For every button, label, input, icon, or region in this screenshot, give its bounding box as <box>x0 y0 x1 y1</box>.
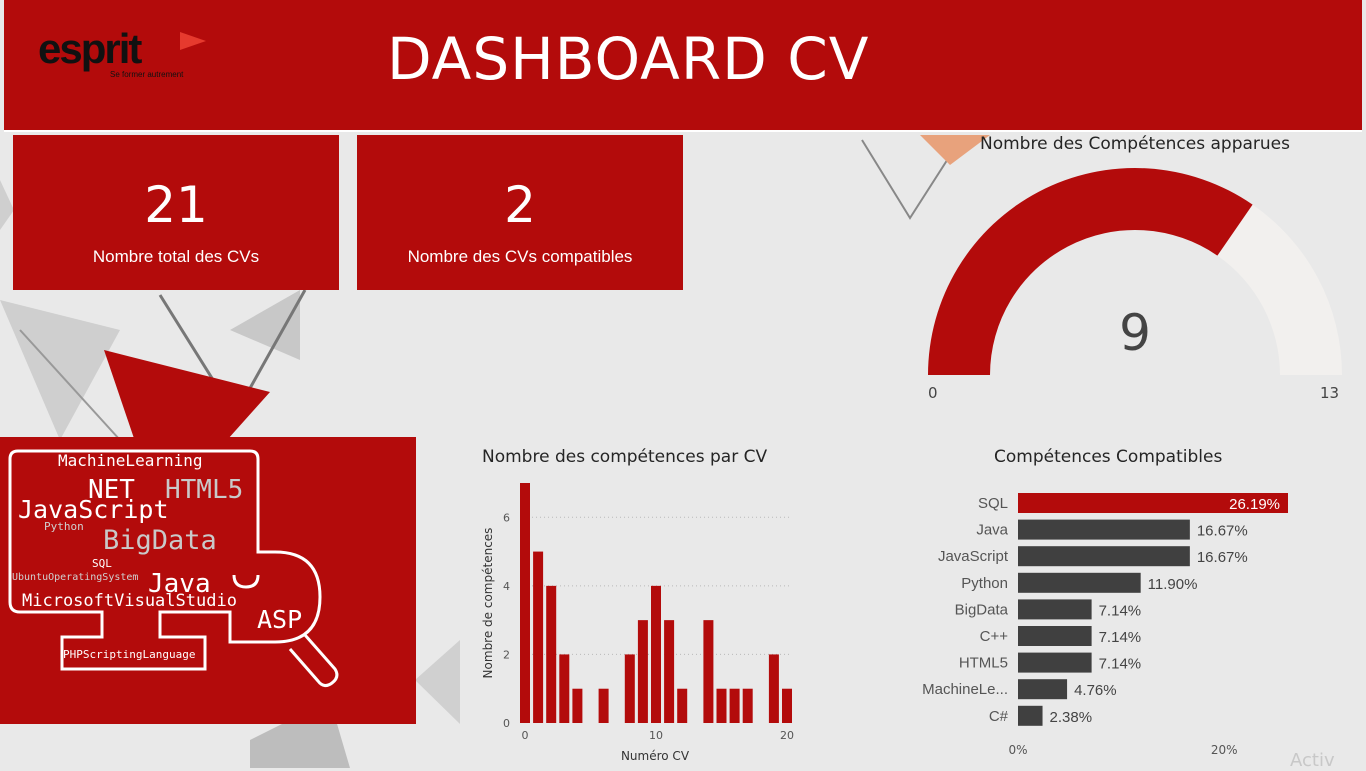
column-bar <box>546 585 557 723</box>
category-label: HTML5 <box>959 655 1008 672</box>
column-bar <box>533 551 544 723</box>
column-bar <box>729 688 740 723</box>
cloud-word: JavaScript <box>18 495 169 524</box>
column-chart-title: Nombre des compétences par CV <box>482 447 768 467</box>
category-label: MachineLe... <box>922 681 1008 698</box>
gauge-track <box>1217 204 1342 375</box>
kpi-card-total-cvs[interactable]: 21 Nombre total des CVs <box>13 135 339 290</box>
column-bar <box>559 654 570 723</box>
column-bar <box>716 688 727 723</box>
cloud-word: HTML5 <box>165 475 244 505</box>
cloud-word: Python <box>44 520 84 533</box>
category-label: BigData <box>955 601 1009 618</box>
compatible-skills-chart[interactable]: SQL 26.19% Java 16.67% JavaScript 16.67% Pytho… <box>900 480 1320 765</box>
cloud-word: MachineLearning <box>58 451 203 470</box>
column-bar <box>520 483 530 723</box>
skill-bar <box>1018 546 1190 567</box>
skills-per-cv-chart[interactable]: 0 2 4 6 0 10 20 Numéro CV Nombre de compétences <box>470 470 810 768</box>
x-axis-label: Numéro CV <box>621 749 690 763</box>
cloud-word: BigData <box>103 525 217 556</box>
x-tick-label: 0 <box>522 729 529 742</box>
y-tick-label: 2 <box>503 648 510 661</box>
skill-bar <box>1018 705 1043 726</box>
column-bar <box>677 688 688 723</box>
category-label: C# <box>989 708 1009 725</box>
column-bar <box>782 688 792 723</box>
column-bar <box>651 585 661 723</box>
logo-tagline: Se former autrement <box>110 70 184 79</box>
kpi-label: Nombre total des CVs <box>92 247 260 266</box>
skills-wordcloud[interactable]: MachineLearning NET HTML5 JavaScript Pyt… <box>0 437 416 724</box>
value-label: 11.90% <box>1148 576 1198 593</box>
value-label: 16.67% <box>1197 549 1248 566</box>
cloud-word: ASP <box>257 605 303 634</box>
x-tick-label: 10 <box>649 729 663 742</box>
column-bar <box>572 688 583 723</box>
category-label: JavaScript <box>938 548 1009 565</box>
cloud-word: MicrosoftVisualStudio <box>22 591 237 611</box>
cloud-word: UbuntuOperatingSystem <box>12 572 139 583</box>
skill-bar <box>1018 652 1092 673</box>
logo-text: esprit <box>38 25 142 72</box>
value-label: 4.76% <box>1074 682 1117 699</box>
page-title: DASHBOARD CV <box>387 25 870 93</box>
column-bar <box>624 654 635 723</box>
gauge-title: Nombre des Compétences apparues <box>979 134 1290 154</box>
value-label: 7.14% <box>1099 629 1142 646</box>
skill-bar <box>1018 626 1092 646</box>
column-bar <box>768 654 779 723</box>
skill-bar <box>1018 679 1068 700</box>
column-bar <box>598 688 609 723</box>
value-label: 26.19% <box>1229 496 1280 513</box>
skill-bar <box>1018 572 1141 593</box>
kpi-value: 2 <box>504 176 536 234</box>
y-tick-label: 6 <box>503 511 510 524</box>
kpi-label: Nombre des CVs compatibles <box>407 247 633 266</box>
bar-chart-title: Compétences Compatibles <box>994 447 1223 467</box>
column-bar <box>703 620 714 723</box>
esprit-logo: esprit Se former autrement <box>38 28 208 88</box>
skill-bar <box>1018 519 1190 540</box>
cloud-word: PHPScriptingLanguage <box>63 648 196 661</box>
column-bar <box>637 620 648 723</box>
value-label: 7.14% <box>1099 656 1142 673</box>
y-axis-label: Nombre de compétences <box>481 528 495 679</box>
column-bar <box>742 688 753 723</box>
value-label: 7.14% <box>1099 602 1142 619</box>
gauge-min-label: 0 <box>928 384 938 402</box>
x-tick-label: 20% <box>1211 743 1238 757</box>
category-label: Java <box>976 522 1008 539</box>
y-tick-label: 4 <box>503 580 510 593</box>
logo-flag-icon <box>180 32 206 50</box>
category-label: SQL <box>978 495 1008 512</box>
x-tick-label: 20 <box>780 729 794 742</box>
kpi-card-compatible-cvs[interactable]: 2 Nombre des CVs compatibles <box>357 135 683 290</box>
cloud-word: SQL <box>92 557 112 570</box>
category-label: C++ <box>980 628 1009 645</box>
y-tick-label: 0 <box>503 717 510 730</box>
value-label: 16.67% <box>1197 523 1248 540</box>
skill-bar <box>1018 599 1092 620</box>
x-tick-label: 0% <box>1008 743 1027 757</box>
header-bar: esprit Se former autrement DASHBOARD CV <box>4 0 1362 132</box>
gauge-max-label: 13 <box>1320 384 1340 402</box>
category-label: Python <box>961 575 1008 592</box>
value-label: 2.38% <box>1050 709 1093 726</box>
gauge-value: 9 <box>1119 304 1151 362</box>
kpi-value: 21 <box>144 176 208 234</box>
column-bar <box>664 620 675 723</box>
